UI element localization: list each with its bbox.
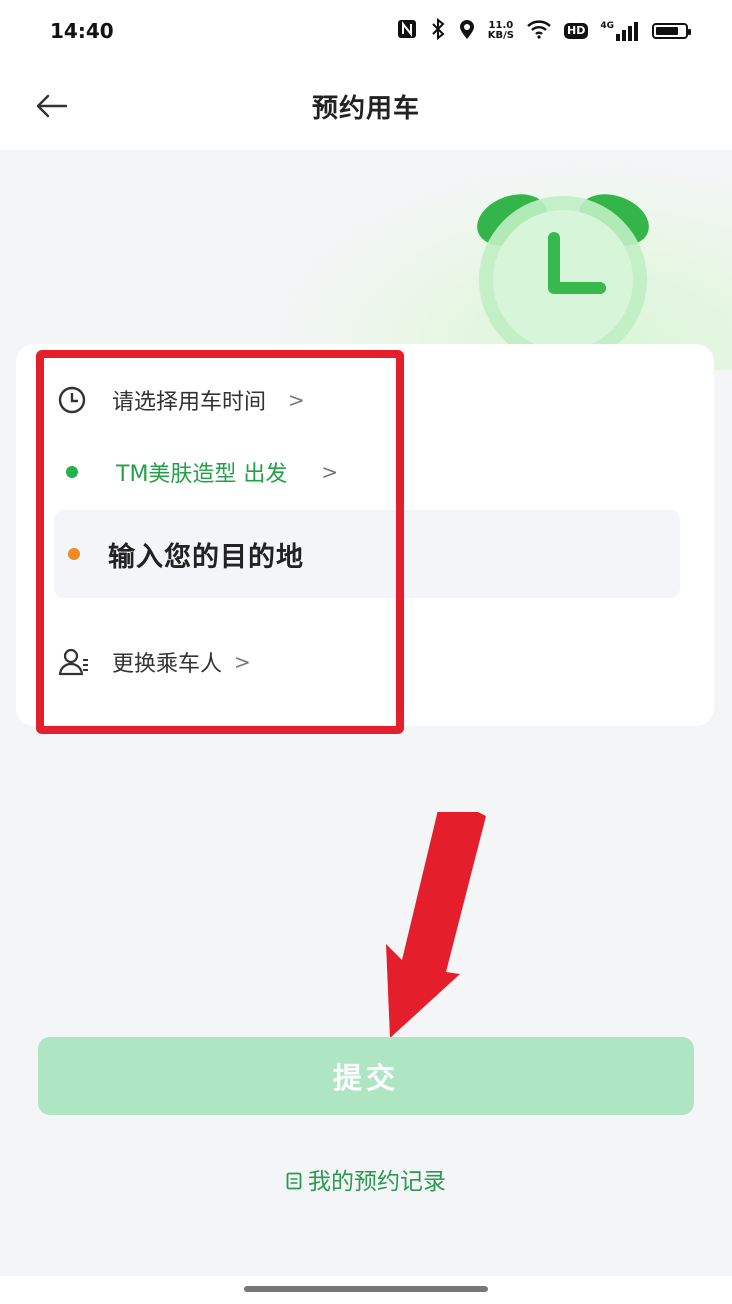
records-label: 我的预约记录 bbox=[308, 1169, 446, 1195]
net-speed: 11.0 KB/S bbox=[488, 21, 514, 41]
status-icons: 11.0 KB/S HD 4G bbox=[396, 17, 691, 45]
status-bar: 14:40 11.0 KB/S HD 4G bbox=[0, 0, 732, 62]
signal-icon: 4G bbox=[600, 21, 640, 41]
wifi-icon bbox=[526, 19, 552, 44]
back-arrow-icon bbox=[36, 94, 68, 118]
chevron-right-icon: > bbox=[288, 388, 305, 412]
destination-dot-icon bbox=[68, 548, 80, 560]
passenger-icon bbox=[58, 647, 90, 677]
time-selector[interactable]: 请选择用车时间 > bbox=[56, 384, 305, 416]
destination-input[interactable]: 输入您的目的地 bbox=[54, 510, 680, 598]
status-time: 14:40 bbox=[50, 19, 114, 43]
location-icon bbox=[458, 18, 476, 45]
submit-button[interactable]: 提交 bbox=[38, 1037, 694, 1115]
destination-placeholder: 输入您的目的地 bbox=[108, 541, 304, 573]
chevron-right-icon: > bbox=[321, 460, 339, 484]
hd-icon: HD bbox=[564, 23, 589, 39]
nav-bar: 预约用车 bbox=[0, 62, 732, 150]
booking-card: 请选择用车时间 > TM美肤造型 出发 > 输入您的目的地 更换乘车人 > bbox=[16, 344, 714, 726]
clock-icon bbox=[56, 384, 88, 416]
document-icon bbox=[286, 1170, 302, 1190]
nfc-icon bbox=[396, 18, 418, 45]
alarm-clock-illustration bbox=[477, 194, 649, 364]
network-type: 4G bbox=[600, 21, 614, 31]
home-indicator[interactable] bbox=[244, 1286, 488, 1292]
annotation-arrow bbox=[386, 812, 486, 1038]
my-reservations-link[interactable]: 我的预约记录 bbox=[0, 1162, 732, 1196]
passenger-label: 更换乘车人 bbox=[112, 652, 223, 677]
page-title: 预约用车 bbox=[311, 93, 420, 124]
change-passenger[interactable]: 更换乘车人 > bbox=[58, 646, 251, 678]
battery-icon bbox=[652, 23, 691, 39]
bluetooth-icon bbox=[430, 17, 446, 45]
chevron-right-icon: > bbox=[234, 650, 251, 674]
origin-selector[interactable]: TM美肤造型 出发 > bbox=[66, 456, 338, 488]
time-label: 请选择用车时间 bbox=[112, 390, 267, 415]
net-speed-unit: KB/S bbox=[487, 30, 514, 41]
back-button[interactable] bbox=[34, 90, 70, 122]
origin-label: TM美肤造型 出发 bbox=[116, 462, 288, 487]
hero-banner bbox=[0, 150, 732, 370]
origin-dot-icon bbox=[66, 466, 78, 478]
